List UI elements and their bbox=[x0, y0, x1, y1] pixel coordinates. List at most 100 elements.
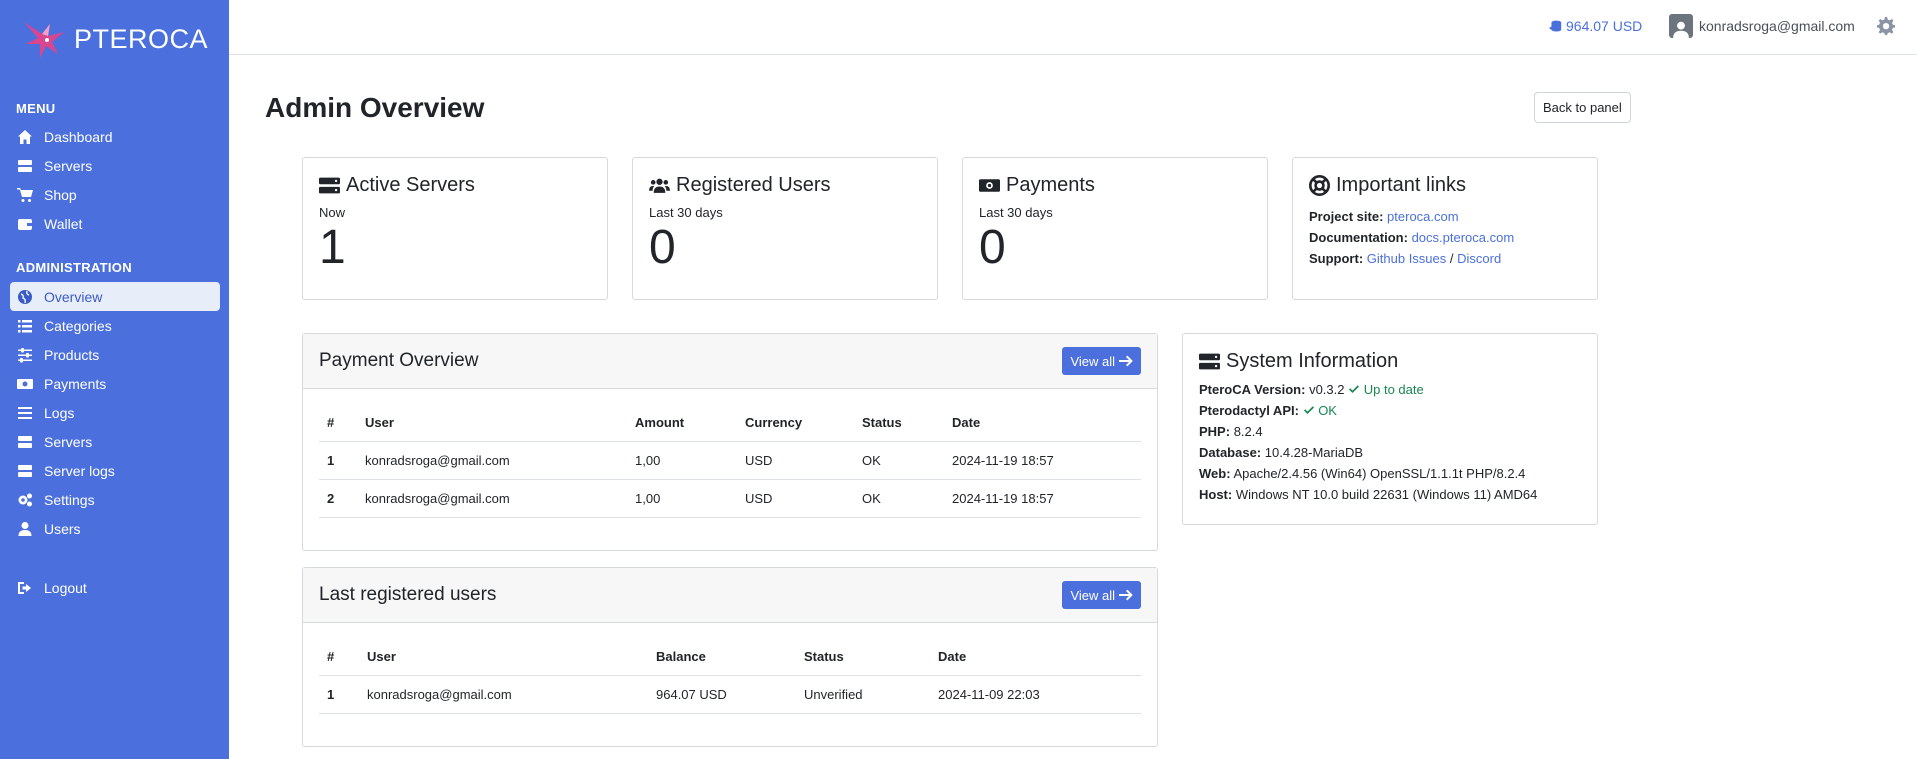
row-index: 2 bbox=[319, 479, 357, 518]
documentation-link[interactable]: docs.pteroca.com bbox=[1412, 230, 1515, 245]
last-registered-users-panel: Last registered users View all # User Ba… bbox=[302, 567, 1158, 747]
server-icon bbox=[319, 177, 340, 194]
panel-title: Payment Overview bbox=[319, 350, 479, 371]
row-index: 1 bbox=[319, 441, 357, 480]
card-title: Active Servers bbox=[346, 174, 475, 196]
users-table: # User Balance Status Date 1 konradsroga… bbox=[319, 639, 1141, 714]
server-icon bbox=[17, 463, 33, 479]
sidebar-item-dashboard[interactable]: Dashboard bbox=[10, 122, 220, 151]
menu-section-title: MENU bbox=[16, 101, 56, 116]
sidebar-item-payments[interactable]: Payments bbox=[10, 369, 220, 398]
row-currency: USD bbox=[737, 441, 854, 480]
user-menu[interactable]: konradsroga@gmail.com bbox=[1669, 14, 1855, 38]
brand-name: PTEROCA bbox=[74, 23, 209, 54]
column-header: Date bbox=[944, 405, 1141, 442]
sidebar-item-label: Wallet bbox=[44, 215, 83, 232]
host-label: Host: bbox=[1199, 487, 1233, 502]
sidebar-item-servers[interactable]: Servers bbox=[10, 151, 220, 180]
sidebar-item-label: Server logs bbox=[44, 462, 115, 479]
table-header-row: # User Amount Currency Status Date bbox=[319, 405, 1141, 442]
column-header: User bbox=[359, 639, 648, 676]
arrow-right-icon bbox=[1119, 355, 1133, 367]
web-label: Web: bbox=[1199, 466, 1231, 481]
api-ok-status: OK bbox=[1303, 403, 1337, 418]
row-status: Unverified bbox=[796, 675, 930, 714]
project-site-line: Project site: pteroca.com bbox=[1309, 209, 1581, 224]
globe-icon bbox=[17, 289, 33, 305]
sidebar-item-admin-servers[interactable]: Servers bbox=[10, 427, 220, 456]
documentation-line: Documentation: docs.pteroca.com bbox=[1309, 230, 1581, 245]
home-icon bbox=[17, 129, 33, 145]
column-header: Status bbox=[854, 405, 944, 442]
balance-indicator[interactable]: 964.07 USD bbox=[1549, 18, 1642, 34]
sidebar-item-shop[interactable]: Shop bbox=[10, 180, 220, 209]
web-line: Web: Apache/2.4.56 (Win64) OpenSSL/1.1.1… bbox=[1199, 465, 1581, 482]
button-label: View all bbox=[1070, 587, 1115, 603]
coins-icon bbox=[1549, 20, 1562, 32]
sliders-icon bbox=[17, 347, 33, 363]
lifebuoy-icon bbox=[1309, 175, 1330, 196]
check-icon bbox=[1303, 406, 1314, 414]
sidebar-item-wallet[interactable]: Wallet bbox=[10, 209, 220, 238]
database-line: Database: 10.4.28-MariaDB bbox=[1199, 444, 1581, 461]
sidebar-item-label: Categories bbox=[44, 317, 112, 334]
sidebar: PTEROCA MENU Dashboard Servers Shop Wall… bbox=[0, 0, 229, 759]
row-balance: 964.07 USD bbox=[648, 675, 796, 714]
registered-users-card: Registered Users Last 30 days 0 bbox=[632, 157, 938, 300]
lines-icon bbox=[17, 405, 33, 421]
sidebar-item-label: Users bbox=[44, 520, 81, 537]
user-email: konradsroga@gmail.com bbox=[1699, 18, 1855, 34]
active-servers-count: 1 bbox=[319, 221, 346, 274]
active-servers-card: Active Servers Now 1 bbox=[302, 157, 608, 300]
administration-section-title: ADMINISTRATION bbox=[16, 260, 132, 275]
avatar bbox=[1669, 14, 1693, 38]
pteroca-version-value: v0.3.2 bbox=[1309, 382, 1345, 397]
pteroca-version-line: PteroCA Version: v0.3.2 Up to date bbox=[1199, 381, 1581, 398]
row-status: OK bbox=[854, 479, 944, 518]
row-date: 2024-11-19 18:57 bbox=[944, 441, 1141, 480]
pterodactyl-api-label: Pterodactyl API: bbox=[1199, 403, 1299, 418]
row-user: konradsroga@gmail.com bbox=[357, 441, 627, 480]
pteroca-version-label: PteroCA Version: bbox=[1199, 382, 1306, 397]
column-header: # bbox=[319, 405, 357, 442]
project-site-label: Project site: bbox=[1309, 209, 1384, 224]
table-row: 1 konradsroga@gmail.com 1,00 USD OK 2024… bbox=[319, 441, 1141, 480]
sidebar-item-logout[interactable]: Logout bbox=[10, 573, 220, 602]
sidebar-item-categories[interactable]: Categories bbox=[10, 311, 220, 340]
sidebar-item-settings[interactable]: Settings bbox=[10, 485, 220, 514]
sidebar-item-label: Logout bbox=[44, 579, 87, 596]
github-issues-link[interactable]: Github Issues bbox=[1367, 251, 1447, 266]
sidebar-item-users[interactable]: Users bbox=[10, 514, 220, 543]
web-value: Apache/2.4.56 (Win64) OpenSSL/1.1.1t PHP… bbox=[1233, 466, 1526, 481]
sidebar-item-logs[interactable]: Logs bbox=[10, 398, 220, 427]
button-label: View all bbox=[1070, 353, 1115, 369]
php-line: PHP: 8.2.4 bbox=[1199, 423, 1581, 440]
payments-count: 0 bbox=[979, 221, 1006, 274]
support-separator: / bbox=[1449, 251, 1454, 266]
users-view-all-button[interactable]: View all bbox=[1062, 581, 1141, 609]
sidebar-item-label: Payments bbox=[44, 375, 107, 392]
row-currency: USD bbox=[737, 479, 854, 518]
project-site-link[interactable]: pteroca.com bbox=[1387, 209, 1459, 224]
topbar: 964.07 USD konradsroga@gmail.com bbox=[229, 0, 1917, 55]
payments-view-all-button[interactable]: View all bbox=[1062, 347, 1141, 375]
sidebar-item-overview[interactable]: Overview bbox=[10, 282, 220, 311]
card-title: System Information bbox=[1226, 350, 1399, 372]
discord-link[interactable]: Discord bbox=[1457, 251, 1501, 266]
sidebar-item-server-logs[interactable]: Server logs bbox=[10, 456, 220, 485]
user-avatar-icon bbox=[1673, 21, 1689, 38]
up-to-date-text: Up to date bbox=[1363, 382, 1424, 397]
sidebar-item-label: Shop bbox=[44, 186, 77, 203]
sidebar-item-products[interactable]: Products bbox=[10, 340, 220, 369]
row-status: OK bbox=[854, 441, 944, 480]
settings-gear-icon[interactable] bbox=[1877, 17, 1895, 35]
users-icon bbox=[649, 178, 670, 193]
row-user: konradsroga@gmail.com bbox=[359, 675, 648, 714]
api-ok-text: OK bbox=[1318, 403, 1337, 418]
column-header: Amount bbox=[627, 405, 737, 442]
logo[interactable]: PTEROCA bbox=[20, 14, 208, 64]
row-date: 2024-11-09 22:03 bbox=[930, 675, 1141, 714]
back-to-panel-button[interactable]: Back to panel bbox=[1534, 92, 1631, 123]
payments-card: Payments Last 30 days 0 bbox=[962, 157, 1268, 300]
page-title: Admin Overview bbox=[265, 92, 485, 123]
